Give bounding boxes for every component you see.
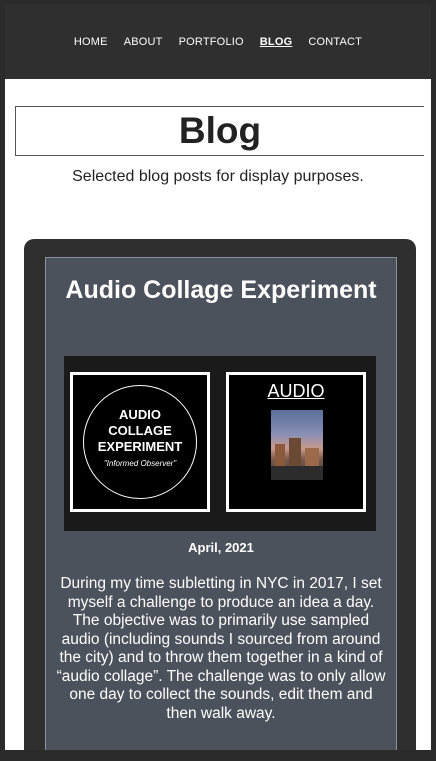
building-shape: [289, 438, 301, 466]
top-nav: HOME ABOUT PORTFOLIO BLOG CONTACT: [5, 5, 431, 79]
logo-tagline: "Informed Observer": [103, 459, 177, 468]
post-title[interactable]: Audio Collage Experiment: [46, 275, 396, 305]
page-title-box: Blog: [15, 106, 424, 156]
street-shape: [271, 466, 323, 480]
logo-line-1: AUDIO: [119, 407, 161, 422]
nav-home-link[interactable]: HOME: [74, 36, 108, 48]
nav-about-link[interactable]: ABOUT: [124, 36, 163, 48]
logo-line-3: EXPERIMENT: [97, 439, 183, 454]
nav-blog-link[interactable]: BLOG: [260, 36, 293, 48]
post-body: During my time subletting in NYC in 2017…: [56, 575, 386, 722]
city-photo-thumbnail: [271, 410, 323, 480]
page-subtitle: Selected blog posts for display purposes…: [72, 168, 364, 185]
audio-link[interactable]: AUDIO: [229, 381, 363, 402]
post-card[interactable]: Audio Collage Experiment AUDIO COLLAGE E…: [45, 257, 397, 750]
page-frame: HOME ABOUT PORTFOLIO BLOG CONTACT Blog S…: [5, 5, 431, 750]
post-date: April, 2021: [188, 540, 254, 555]
building-shape: [305, 448, 319, 466]
post-card-outer: Audio Collage Experiment AUDIO COLLAGE E…: [24, 239, 416, 750]
collage-logo-image[interactable]: AUDIO COLLAGE EXPERIMENT "Informed Obser…: [70, 372, 210, 512]
audio-player-tile[interactable]: AUDIO: [226, 372, 366, 512]
nav-contact-link[interactable]: CONTACT: [308, 36, 362, 48]
page-title: Blog: [178, 110, 262, 151]
nav-portfolio-link[interactable]: PORTFOLIO: [179, 36, 244, 48]
header-spacer: [15, 79, 431, 107]
post-media: AUDIO COLLAGE EXPERIMENT "Informed Obser…: [64, 356, 376, 531]
building-shape: [275, 444, 285, 466]
logo-line-2: COLLAGE: [108, 423, 172, 438]
